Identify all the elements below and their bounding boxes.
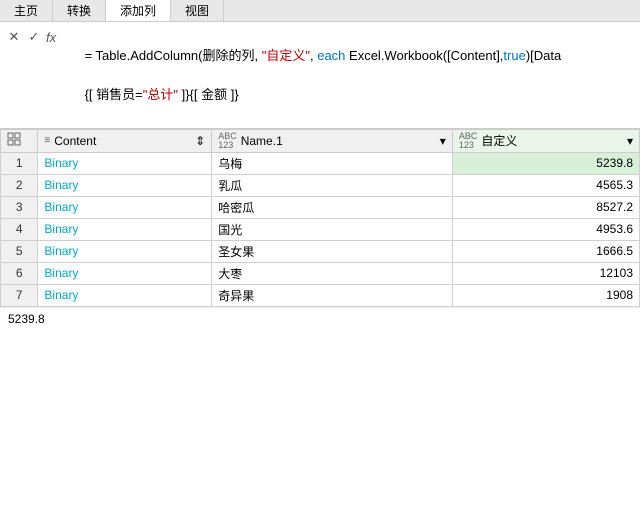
formula-icons: ✕ ✓ fx [6,26,64,45]
formula-bar: ✕ ✓ fx = Table.AddColumn(删除的列, "自定义", ea… [0,22,640,129]
table-selector[interactable] [1,129,38,152]
table-row: 4Binary国光4953.6 [1,218,640,240]
name1-col-icon: ABC123 [218,132,237,150]
status-value: 5239.8 [8,312,45,326]
custom-col-label: 自定义 [481,132,627,149]
content-col-icon: ≡ [44,135,50,146]
formula-content[interactable]: = Table.AddColumn(删除的列, "自定义", each Exce… [70,26,634,124]
custom-cell: 4953.6 [452,218,639,240]
col-header-name1[interactable]: ABC123 Name.1 ▾ [212,129,453,152]
confirm-icon[interactable]: ✓ [26,29,42,45]
table-row: 6Binary大枣12103 [1,262,640,284]
table-row: 7Binary奇异果1908 [1,284,640,306]
row-number: 5 [1,240,38,262]
custom-cell: 12103 [452,262,639,284]
row-number: 3 [1,196,38,218]
name1-cell: 奇异果 [212,284,453,306]
table-row: 2Binary乳瓜4565.3 [1,174,640,196]
custom-cell: 8527.2 [452,196,639,218]
content-cell[interactable]: Binary [38,240,212,262]
custom-col-icon: ABC123 [459,132,478,150]
table-row: 5Binary圣女果1666.5 [1,240,640,262]
content-cell[interactable]: Binary [38,196,212,218]
custom-cell: 1666.5 [452,240,639,262]
row-number: 6 [1,262,38,284]
custom-cell: 4565.3 [452,174,639,196]
table-container: ≡ Content ⇕ ABC123 Name.1 ▾ ABC123 自 [0,129,640,307]
row-number: 1 [1,152,38,174]
table-row: 3Binary哈密瓜8527.2 [1,196,640,218]
name1-cell: 乳瓜 [212,174,453,196]
tab-add-column[interactable]: 添加列 [106,0,171,21]
table-body: 1Binary乌梅5239.82Binary乳瓜4565.33Binary哈密瓜… [1,152,640,306]
custom-cell: 1908 [452,284,639,306]
name1-cell: 圣女果 [212,240,453,262]
name1-cell: 国光 [212,218,453,240]
data-table: ≡ Content ⇕ ABC123 Name.1 ▾ ABC123 自 [0,129,640,307]
top-nav: 主页 转换 添加列 视图 [0,0,640,22]
name1-cell: 乌梅 [212,152,453,174]
content-cell[interactable]: Binary [38,152,212,174]
content-cell[interactable]: Binary [38,262,212,284]
content-col-sort[interactable]: ⇕ [195,134,205,148]
name1-cell: 大枣 [212,262,453,284]
fx-label: fx [46,28,56,45]
content-cell[interactable]: Binary [38,284,212,306]
custom-cell: 5239.8 [452,152,639,174]
column-header-row: ≡ Content ⇕ ABC123 Name.1 ▾ ABC123 自 [1,129,640,152]
status-bar: 5239.8 [0,307,640,330]
content-cell[interactable]: Binary [38,174,212,196]
tab-view[interactable]: 视图 [171,0,224,21]
tab-transform[interactable]: 转换 [53,0,106,21]
col-header-content[interactable]: ≡ Content ⇕ [38,129,212,152]
name1-cell: 哈密瓜 [212,196,453,218]
row-number: 4 [1,218,38,240]
cancel-icon[interactable]: ✕ [6,29,22,45]
custom-col-sort[interactable]: ▾ [627,134,633,148]
row-number: 7 [1,284,38,306]
table-row: 1Binary乌梅5239.8 [1,152,640,174]
name1-col-sort[interactable]: ▾ [440,134,446,148]
row-number: 2 [1,174,38,196]
content-col-label: Content [54,134,195,148]
content-cell[interactable]: Binary [38,218,212,240]
tab-home[interactable]: 主页 [0,0,53,21]
col-header-custom[interactable]: ABC123 自定义 ▾ [452,129,639,152]
name1-col-label: Name.1 [241,134,440,148]
